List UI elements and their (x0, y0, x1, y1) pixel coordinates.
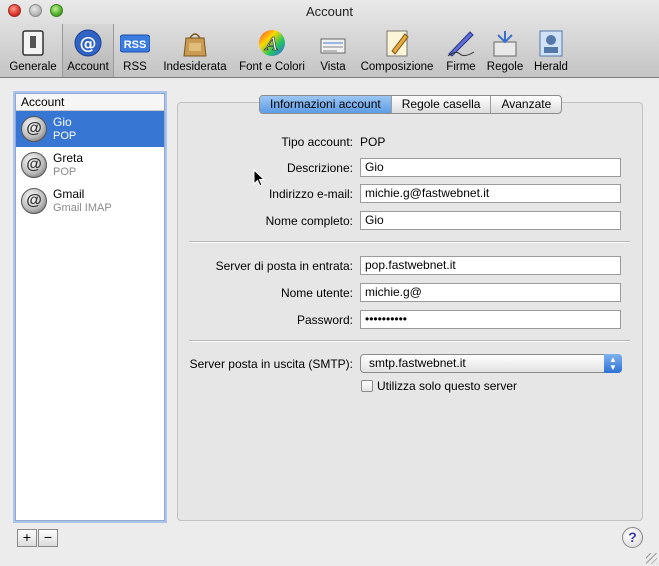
account-item-gio[interactable]: @ Gio POP (16, 111, 164, 147)
tab-regole-casella[interactable]: Regole casella (392, 96, 492, 113)
tab-avanzate[interactable]: Avanzate (491, 96, 561, 113)
herald-icon (539, 30, 563, 57)
preferences-toolbar: Generale @ Account RSS RSS Indesiderata … (0, 24, 659, 77)
separator (189, 340, 630, 342)
account-item-gmail[interactable]: @ Gmail Gmail IMAP (16, 183, 164, 219)
description-label: Descrizione: (286, 161, 353, 175)
email-field[interactable]: michie.g@fastwebnet.it (360, 184, 621, 203)
smtp-server-value: smtp.fastwebnet.it (369, 356, 466, 370)
separator (189, 241, 630, 243)
account-list[interactable]: Account @ Gio POP @ Greta POP @ Gmail Gm… (15, 93, 165, 521)
toolbar-item-herald[interactable]: Herald (531, 24, 571, 77)
description-field[interactable]: Gio (360, 158, 621, 177)
use-only-this-server-label[interactable]: Utilizza solo questo server (377, 379, 517, 393)
toolbar-label: Firme (446, 61, 476, 73)
tab-informazioni-account[interactable]: Informazioni account (260, 96, 392, 113)
signature-pen-icon (447, 31, 475, 57)
account-type: POP (53, 130, 77, 142)
popup-arrows-icon: ▲ ▼ (604, 354, 622, 373)
add-account-button[interactable]: + (17, 529, 37, 547)
toolbar-item-indesiderata[interactable]: Indesiderata (160, 24, 230, 77)
toolbar-label: RSS (123, 61, 147, 73)
account-list-header: Account (16, 94, 164, 111)
view-icon (320, 38, 346, 54)
svg-text:A: A (264, 34, 279, 55)
account-type-label: Tipo account: (281, 135, 353, 149)
tab-bar: Informazioni account Regole casella Avan… (259, 95, 563, 114)
toolbar-label: Generale (9, 61, 57, 73)
toolbar-label: Indesiderata (163, 61, 227, 73)
preferences-window: Account Generale @ Account RSS RSS Indes… (0, 0, 659, 566)
toolbar-item-vista[interactable]: Vista (315, 24, 351, 77)
username-field[interactable]: michie.g@ (360, 283, 621, 302)
password-field[interactable]: •••••••••• (360, 310, 621, 329)
remove-account-button[interactable]: − (38, 529, 58, 547)
incoming-server-label: Server di posta in entrata: (215, 259, 353, 273)
toolbar-label: Regole (486, 61, 524, 73)
toolbar-label: Composizione (360, 61, 434, 73)
toolbar-item-generale[interactable]: Generale (6, 24, 60, 77)
use-only-this-server-checkbox[interactable] (361, 380, 373, 392)
rss-badge-text: RSS (124, 39, 147, 51)
resize-grip-icon[interactable] (646, 553, 657, 564)
font-color-icon: A (259, 30, 285, 56)
smtp-server-popup[interactable]: smtp.fastwebnet.it ▲ ▼ (360, 354, 622, 373)
at-sign-icon: @ (21, 116, 47, 142)
window-title: Account (306, 4, 353, 19)
account-name: Gmail (53, 187, 85, 201)
title-bar: Account Generale @ Account RSS RSS Indes… (0, 0, 659, 78)
account-name: Gio (53, 115, 72, 129)
incoming-server-field[interactable]: pop.fastwebnet.it (360, 256, 621, 275)
account-type-value: POP (360, 135, 386, 149)
at-sign-icon: @ (21, 188, 47, 214)
account-name: Greta (53, 151, 84, 165)
fullname-field[interactable]: Gio (360, 211, 621, 230)
toolbar-item-rss[interactable]: RSS RSS (116, 24, 154, 77)
fullname-label: Nome completo: (265, 214, 353, 228)
account-type: POP (53, 166, 77, 178)
mouse-cursor-icon (253, 169, 265, 187)
account-item-greta[interactable]: @ Greta POP (16, 147, 164, 183)
svg-text:@: @ (80, 34, 97, 54)
at-sign-icon: @ (74, 29, 102, 57)
toolbar-label: Herald (534, 61, 568, 73)
toolbar-label: Account (67, 61, 109, 73)
toolbar-item-font-colori[interactable]: A Font e Colori (236, 24, 308, 77)
toolbar-item-account[interactable]: @ Account (62, 24, 114, 77)
toolbar-item-regole[interactable]: Regole (485, 24, 525, 77)
email-label: Indirizzo e-mail: (268, 187, 353, 201)
toolbar-label: Vista (320, 61, 346, 73)
toolbar-item-firme[interactable]: Firme (442, 24, 480, 77)
junk-bag-icon (183, 33, 207, 57)
toolbar-item-composizione[interactable]: Composizione (357, 24, 437, 77)
at-sign-icon: @ (21, 152, 47, 178)
rules-icon (493, 31, 517, 57)
toolbar-label: Font e Colori (239, 61, 305, 73)
account-type: Gmail IMAP (53, 202, 112, 214)
compose-icon (386, 30, 409, 57)
smtp-server-label: Server posta in uscita (SMTP): (189, 357, 353, 371)
help-button[interactable]: ? (622, 527, 643, 548)
general-switch-icon (22, 30, 44, 56)
password-label: Password: (296, 313, 353, 327)
rss-icon: RSS (120, 34, 150, 53)
username-label: Nome utente: (280, 286, 353, 300)
